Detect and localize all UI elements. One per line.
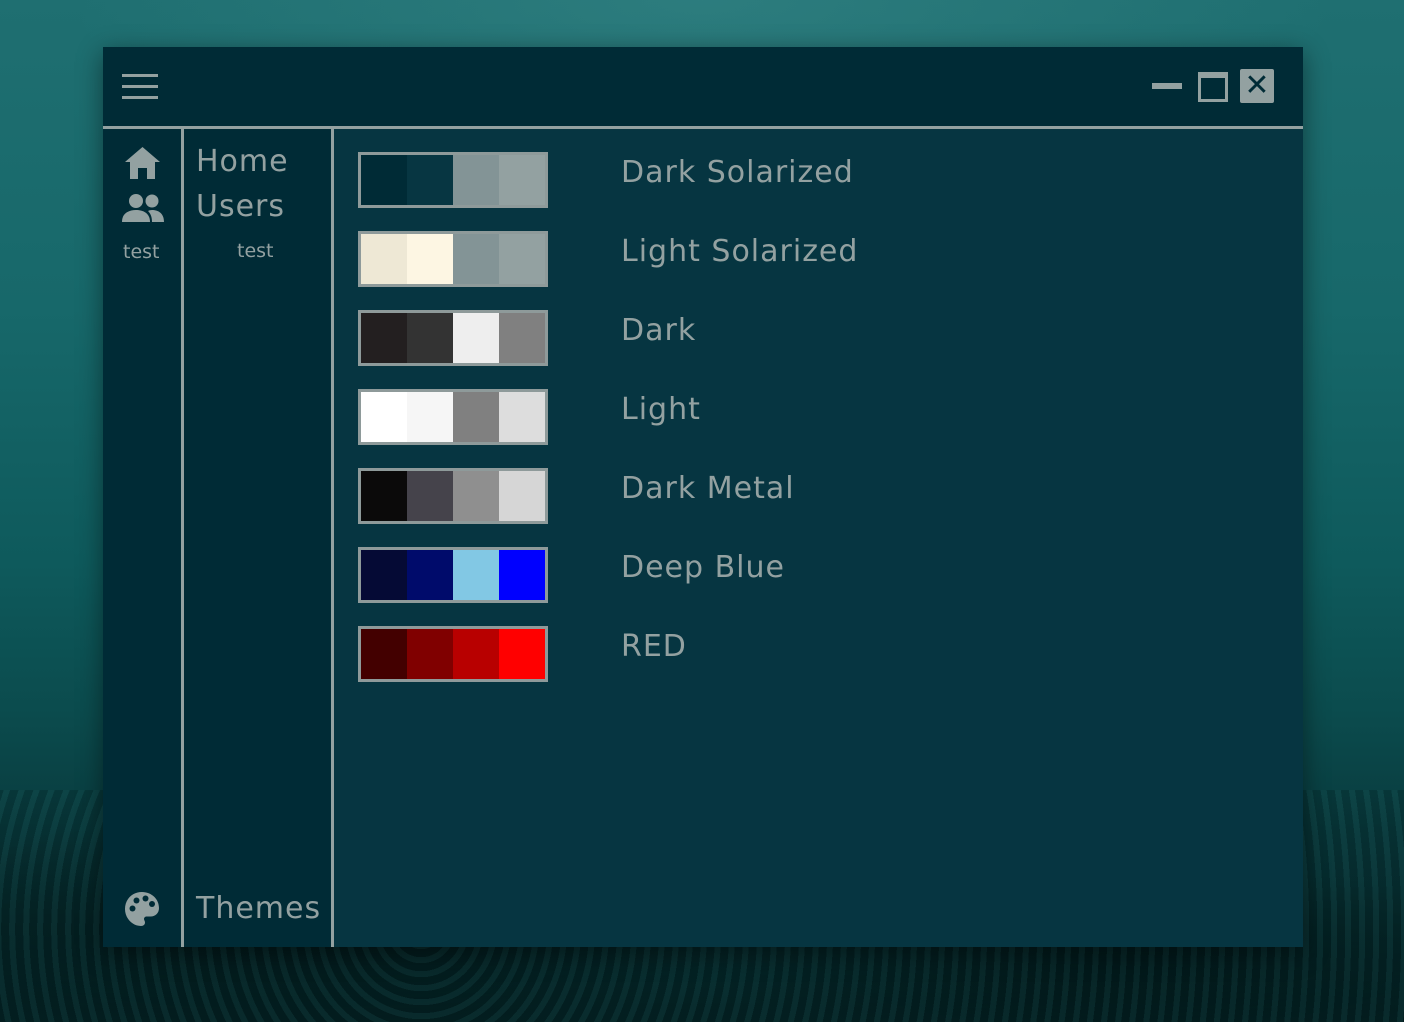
palette-icon[interactable] — [124, 891, 160, 927]
swatch-color — [407, 313, 453, 363]
theme-swatch[interactable] — [358, 231, 548, 287]
swatch-color — [499, 550, 545, 600]
swatch-color — [453, 313, 499, 363]
app-window: ✕ test Home Users test Themes Dark Solar… — [103, 47, 1303, 947]
home-icon[interactable] — [124, 146, 161, 180]
swatch-color — [453, 234, 499, 284]
theme-swatch[interactable] — [358, 626, 548, 682]
swatch-color — [453, 392, 499, 442]
theme-name[interactable]: Light Solarized — [621, 234, 858, 269]
theme-row[interactable]: Light Solarized — [358, 231, 1258, 287]
swatch-color — [499, 392, 545, 442]
theme-swatch[interactable] — [358, 389, 548, 445]
swatch-color — [407, 550, 453, 600]
theme-swatch[interactable] — [358, 310, 548, 366]
swatch-color — [453, 471, 499, 521]
swatch-color — [453, 629, 499, 679]
title-bar: ✕ — [103, 47, 1303, 127]
icon-bar-test-label[interactable]: test — [123, 241, 160, 263]
swatch-color — [361, 471, 407, 521]
swatch-color — [407, 471, 453, 521]
theme-row[interactable]: RED — [358, 626, 1258, 682]
theme-name[interactable]: Dark — [621, 313, 696, 348]
swatch-color — [361, 550, 407, 600]
swatch-color — [499, 629, 545, 679]
swatch-color — [361, 629, 407, 679]
swatch-color — [407, 234, 453, 284]
theme-row[interactable]: Dark Solarized — [358, 152, 1258, 208]
theme-name[interactable]: Deep Blue — [621, 550, 785, 585]
swatch-color — [453, 155, 499, 205]
nav-item-home[interactable]: Home — [196, 144, 289, 179]
theme-name[interactable]: RED — [621, 629, 687, 664]
theme-swatch[interactable] — [358, 468, 548, 524]
swatch-color — [453, 550, 499, 600]
nav-sidebar: Home Users test Themes — [184, 129, 331, 947]
swatch-color — [499, 234, 545, 284]
maximize-icon[interactable] — [1198, 72, 1228, 102]
theme-row[interactable]: Deep Blue — [358, 547, 1258, 603]
minimize-icon[interactable] — [1152, 83, 1182, 89]
theme-name[interactable]: Dark Metal — [621, 471, 795, 506]
swatch-color — [407, 392, 453, 442]
swatch-color — [499, 471, 545, 521]
users-icon[interactable] — [121, 193, 165, 223]
theme-row[interactable]: Dark — [358, 310, 1258, 366]
swatch-color — [407, 629, 453, 679]
theme-row[interactable]: Dark Metal — [358, 468, 1258, 524]
theme-swatch[interactable] — [358, 152, 548, 208]
swatch-color — [499, 155, 545, 205]
swatch-color — [361, 155, 407, 205]
close-icon[interactable]: ✕ — [1240, 69, 1274, 103]
swatch-color — [499, 313, 545, 363]
theme-swatch[interactable] — [358, 547, 548, 603]
icon-sidebar: test — [103, 129, 181, 947]
swatch-color — [361, 313, 407, 363]
swatch-color — [361, 234, 407, 284]
nav-sub-item-test[interactable]: test — [237, 240, 274, 262]
hamburger-icon[interactable] — [122, 74, 158, 100]
swatch-color — [407, 155, 453, 205]
nav-item-themes[interactable]: Themes — [196, 891, 321, 926]
theme-name[interactable]: Light — [621, 392, 701, 427]
theme-name[interactable]: Dark Solarized — [621, 155, 854, 190]
theme-row[interactable]: Light — [358, 389, 1258, 445]
swatch-color — [361, 392, 407, 442]
nav-item-users[interactable]: Users — [196, 189, 285, 224]
themes-panel: Dark Solarized Light Solarized Dark Ligh… — [334, 129, 1303, 947]
